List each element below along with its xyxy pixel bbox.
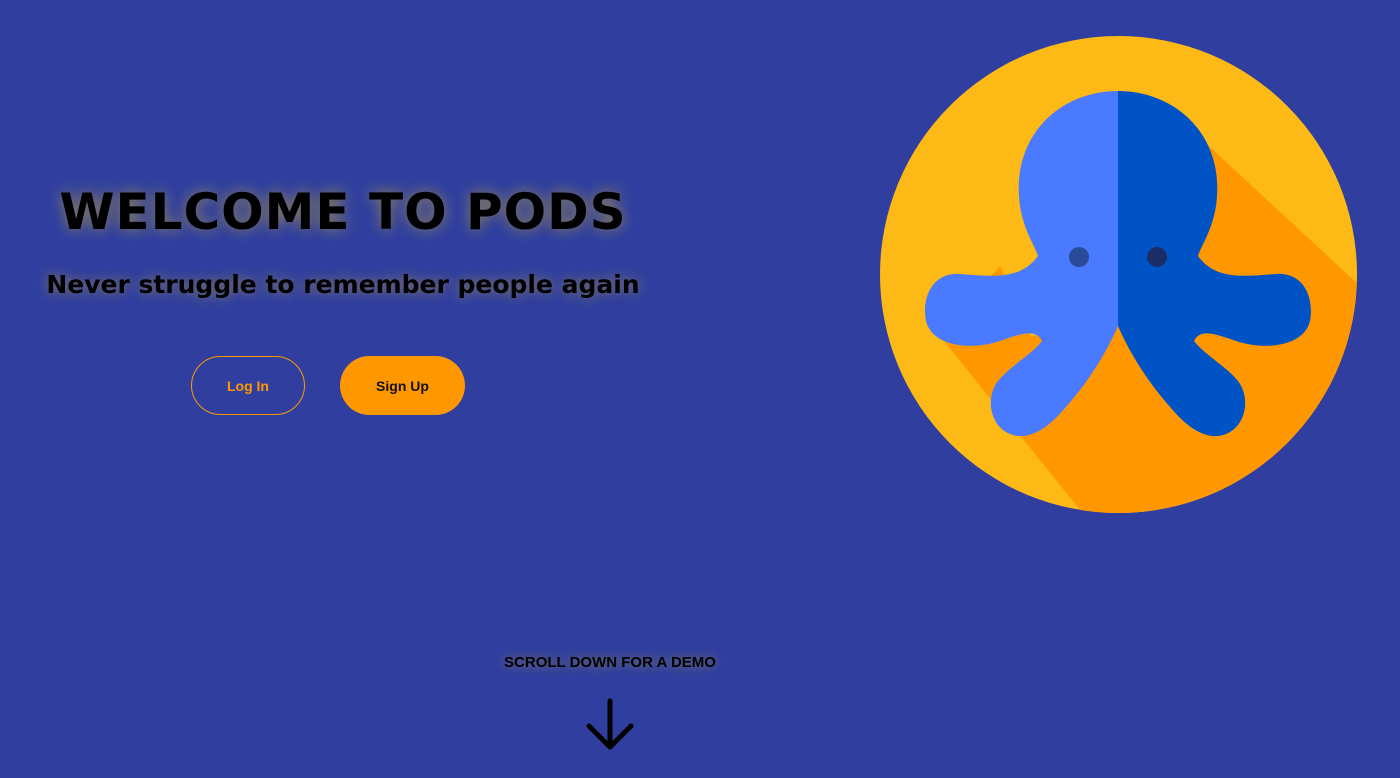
octopus-right-eye [1147,247,1167,267]
arrow-down-icon[interactable] [584,698,636,752]
signup-button[interactable]: Sign Up [340,356,465,415]
page-subtitle: Never struggle to remember people again [46,270,640,299]
octopus-logo-icon [880,36,1357,513]
page-title: WELCOME TO PODS [59,183,627,241]
landing-page: WELCOME TO PODS Never struggle to rememb… [0,0,1400,778]
login-button[interactable]: Log In [191,356,305,415]
scroll-hint: SCROLL DOWN FOR A DEMO [504,654,716,671]
octopus-left-eye [1069,247,1089,267]
